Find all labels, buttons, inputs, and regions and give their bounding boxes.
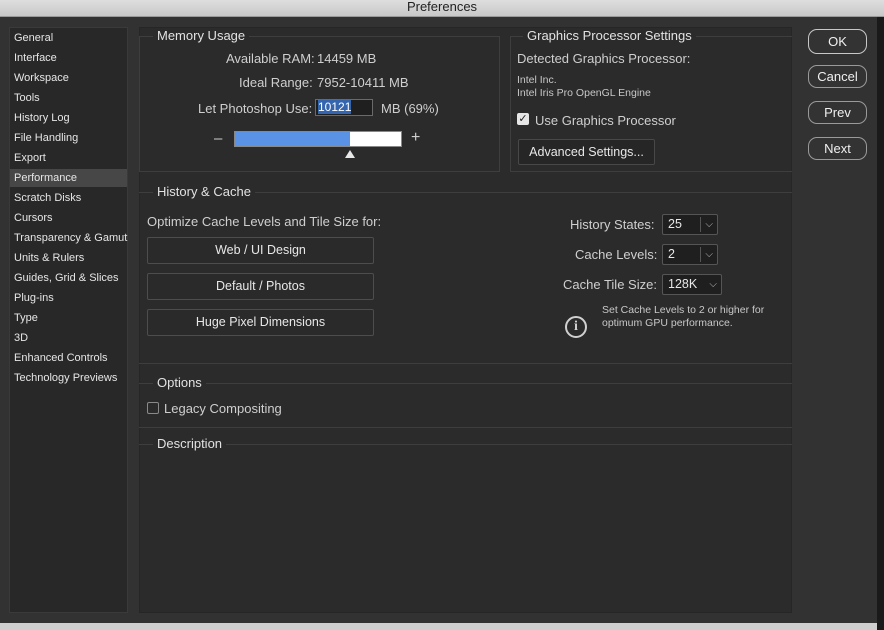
- let-photoshop-use-label: Let Photoshop Use:: [198, 101, 313, 116]
- cache-info-line2: optimum GPU performance.: [602, 317, 733, 329]
- sidebar-item-performance[interactable]: Performance: [10, 169, 127, 187]
- optimize-cache-label: Optimize Cache Levels and Tile Size for:: [147, 214, 382, 229]
- options-heading: Options: [153, 375, 206, 390]
- sidebar-item-type[interactable]: Type: [10, 309, 127, 327]
- gpu-vendor: Intel Inc.: [517, 74, 557, 86]
- options-section-border: [139, 383, 792, 384]
- cache-tile-size-value: 128K: [668, 277, 698, 291]
- ideal-range-value: 7952-10411 MB: [317, 75, 409, 90]
- decrease-memory-button[interactable]: –: [214, 130, 222, 147]
- window-title: Preferences: [406, 0, 478, 14]
- history-cache-heading: History & Cache: [153, 184, 255, 199]
- history-states-select[interactable]: 25 ⌵: [662, 214, 718, 235]
- legacy-compositing-checkbox[interactable]: [147, 402, 159, 414]
- memory-section-border: [139, 171, 499, 172]
- preset-huge-pixel-dimensions-button[interactable]: Huge Pixel Dimensions: [147, 309, 374, 336]
- gpu-section-border: [510, 36, 511, 172]
- sidebar-item-workspace[interactable]: Workspace: [10, 69, 127, 87]
- preset-default-photos-button[interactable]: Default / Photos: [147, 273, 374, 300]
- sidebar-item-export[interactable]: Export: [10, 149, 127, 167]
- gpu-section-border: [510, 171, 792, 172]
- sidebar-item-plug-ins[interactable]: Plug-ins: [10, 289, 127, 307]
- memory-suffix: MB (69%): [381, 101, 439, 116]
- legacy-compositing-label[interactable]: Legacy Compositing: [164, 401, 282, 416]
- options-section-border: [139, 427, 792, 428]
- info-icon: i: [565, 316, 587, 338]
- memory-amount-input[interactable]: 10121: [315, 99, 373, 116]
- gpu-renderer: Intel Iris Pro OpenGL Engine: [517, 87, 651, 99]
- memory-slider-thumb[interactable]: [344, 150, 355, 158]
- sidebar-item-units-rulers[interactable]: Units & Rulers: [10, 249, 127, 267]
- sidebar-item-3d[interactable]: 3D: [10, 329, 127, 347]
- sidebar-item-tools[interactable]: Tools: [10, 89, 127, 107]
- sidebar-item-interface[interactable]: Interface: [10, 49, 127, 67]
- chevron-down-icon: ⌵: [709, 279, 717, 290]
- next-button[interactable]: Next: [808, 137, 867, 160]
- select-separator: [700, 247, 701, 262]
- use-gpu-label[interactable]: Use Graphics Processor: [535, 113, 676, 128]
- memory-section-border: [139, 36, 140, 172]
- chevron-down-icon: ⌵: [705, 249, 713, 260]
- chevron-down-icon: ⌵: [705, 219, 713, 230]
- cache-tile-size-select[interactable]: 128K ⌵: [662, 274, 722, 295]
- window-edge: [877, 17, 884, 630]
- memory-slider[interactable]: [234, 131, 402, 147]
- cache-levels-label: Cache Levels:: [575, 247, 658, 262]
- description-heading: Description: [153, 436, 227, 451]
- memory-amount-value: 10121: [318, 100, 352, 114]
- memory-section-border: [499, 36, 500, 172]
- sidebar-item-transparency-gamut[interactable]: Transparency & Gamut: [10, 229, 127, 247]
- available-ram-label: Available RAM:: [226, 51, 315, 66]
- sidebar-item-technology-previews[interactable]: Technology Previews: [10, 369, 127, 387]
- window-edge: [0, 623, 877, 630]
- cache-info-line1: Set Cache Levels to 2 or higher for: [602, 304, 765, 316]
- available-ram-value: 14459 MB: [317, 51, 377, 66]
- advanced-settings-button[interactable]: Advanced Settings...: [518, 139, 655, 165]
- memory-usage-heading: Memory Usage: [153, 28, 250, 43]
- title-bar: Preferences: [0, 0, 884, 17]
- detected-gpu-label: Detected Graphics Processor:: [517, 51, 691, 66]
- prev-button[interactable]: Prev: [808, 101, 867, 124]
- sidebar-item-scratch-disks[interactable]: Scratch Disks: [10, 189, 127, 207]
- sidebar: General Interface Workspace Tools Histor…: [9, 27, 128, 613]
- ideal-range-label: Ideal Range:: [239, 75, 313, 90]
- sidebar-item-cursors[interactable]: Cursors: [10, 209, 127, 227]
- sidebar-item-guides-grid-slices[interactable]: Guides, Grid & Slices: [10, 269, 127, 287]
- description-section-border: [139, 444, 792, 445]
- cache-levels-select[interactable]: 2 ⌵: [662, 244, 718, 265]
- sidebar-item-file-handling[interactable]: File Handling: [10, 129, 127, 147]
- gpu-settings-heading: Graphics Processor Settings: [523, 28, 696, 43]
- use-gpu-checkbox[interactable]: ✓: [517, 113, 529, 125]
- ok-button[interactable]: OK: [808, 29, 867, 54]
- history-states-value: 25: [668, 217, 682, 231]
- history-section-border: [139, 363, 792, 364]
- cache-tile-size-label: Cache Tile Size:: [563, 277, 657, 292]
- sidebar-item-history-log[interactable]: History Log: [10, 109, 127, 127]
- cache-levels-value: 2: [668, 247, 675, 261]
- cancel-button[interactable]: Cancel: [808, 65, 867, 88]
- sidebar-item-general[interactable]: General: [10, 29, 127, 47]
- history-states-label: History States:: [570, 217, 655, 232]
- preset-web-ui-design-button[interactable]: Web / UI Design: [147, 237, 374, 264]
- increase-memory-button[interactable]: +: [411, 129, 420, 147]
- sidebar-item-enhanced-controls[interactable]: Enhanced Controls: [10, 349, 127, 367]
- memory-slider-fill: [235, 132, 350, 146]
- select-separator: [700, 217, 701, 232]
